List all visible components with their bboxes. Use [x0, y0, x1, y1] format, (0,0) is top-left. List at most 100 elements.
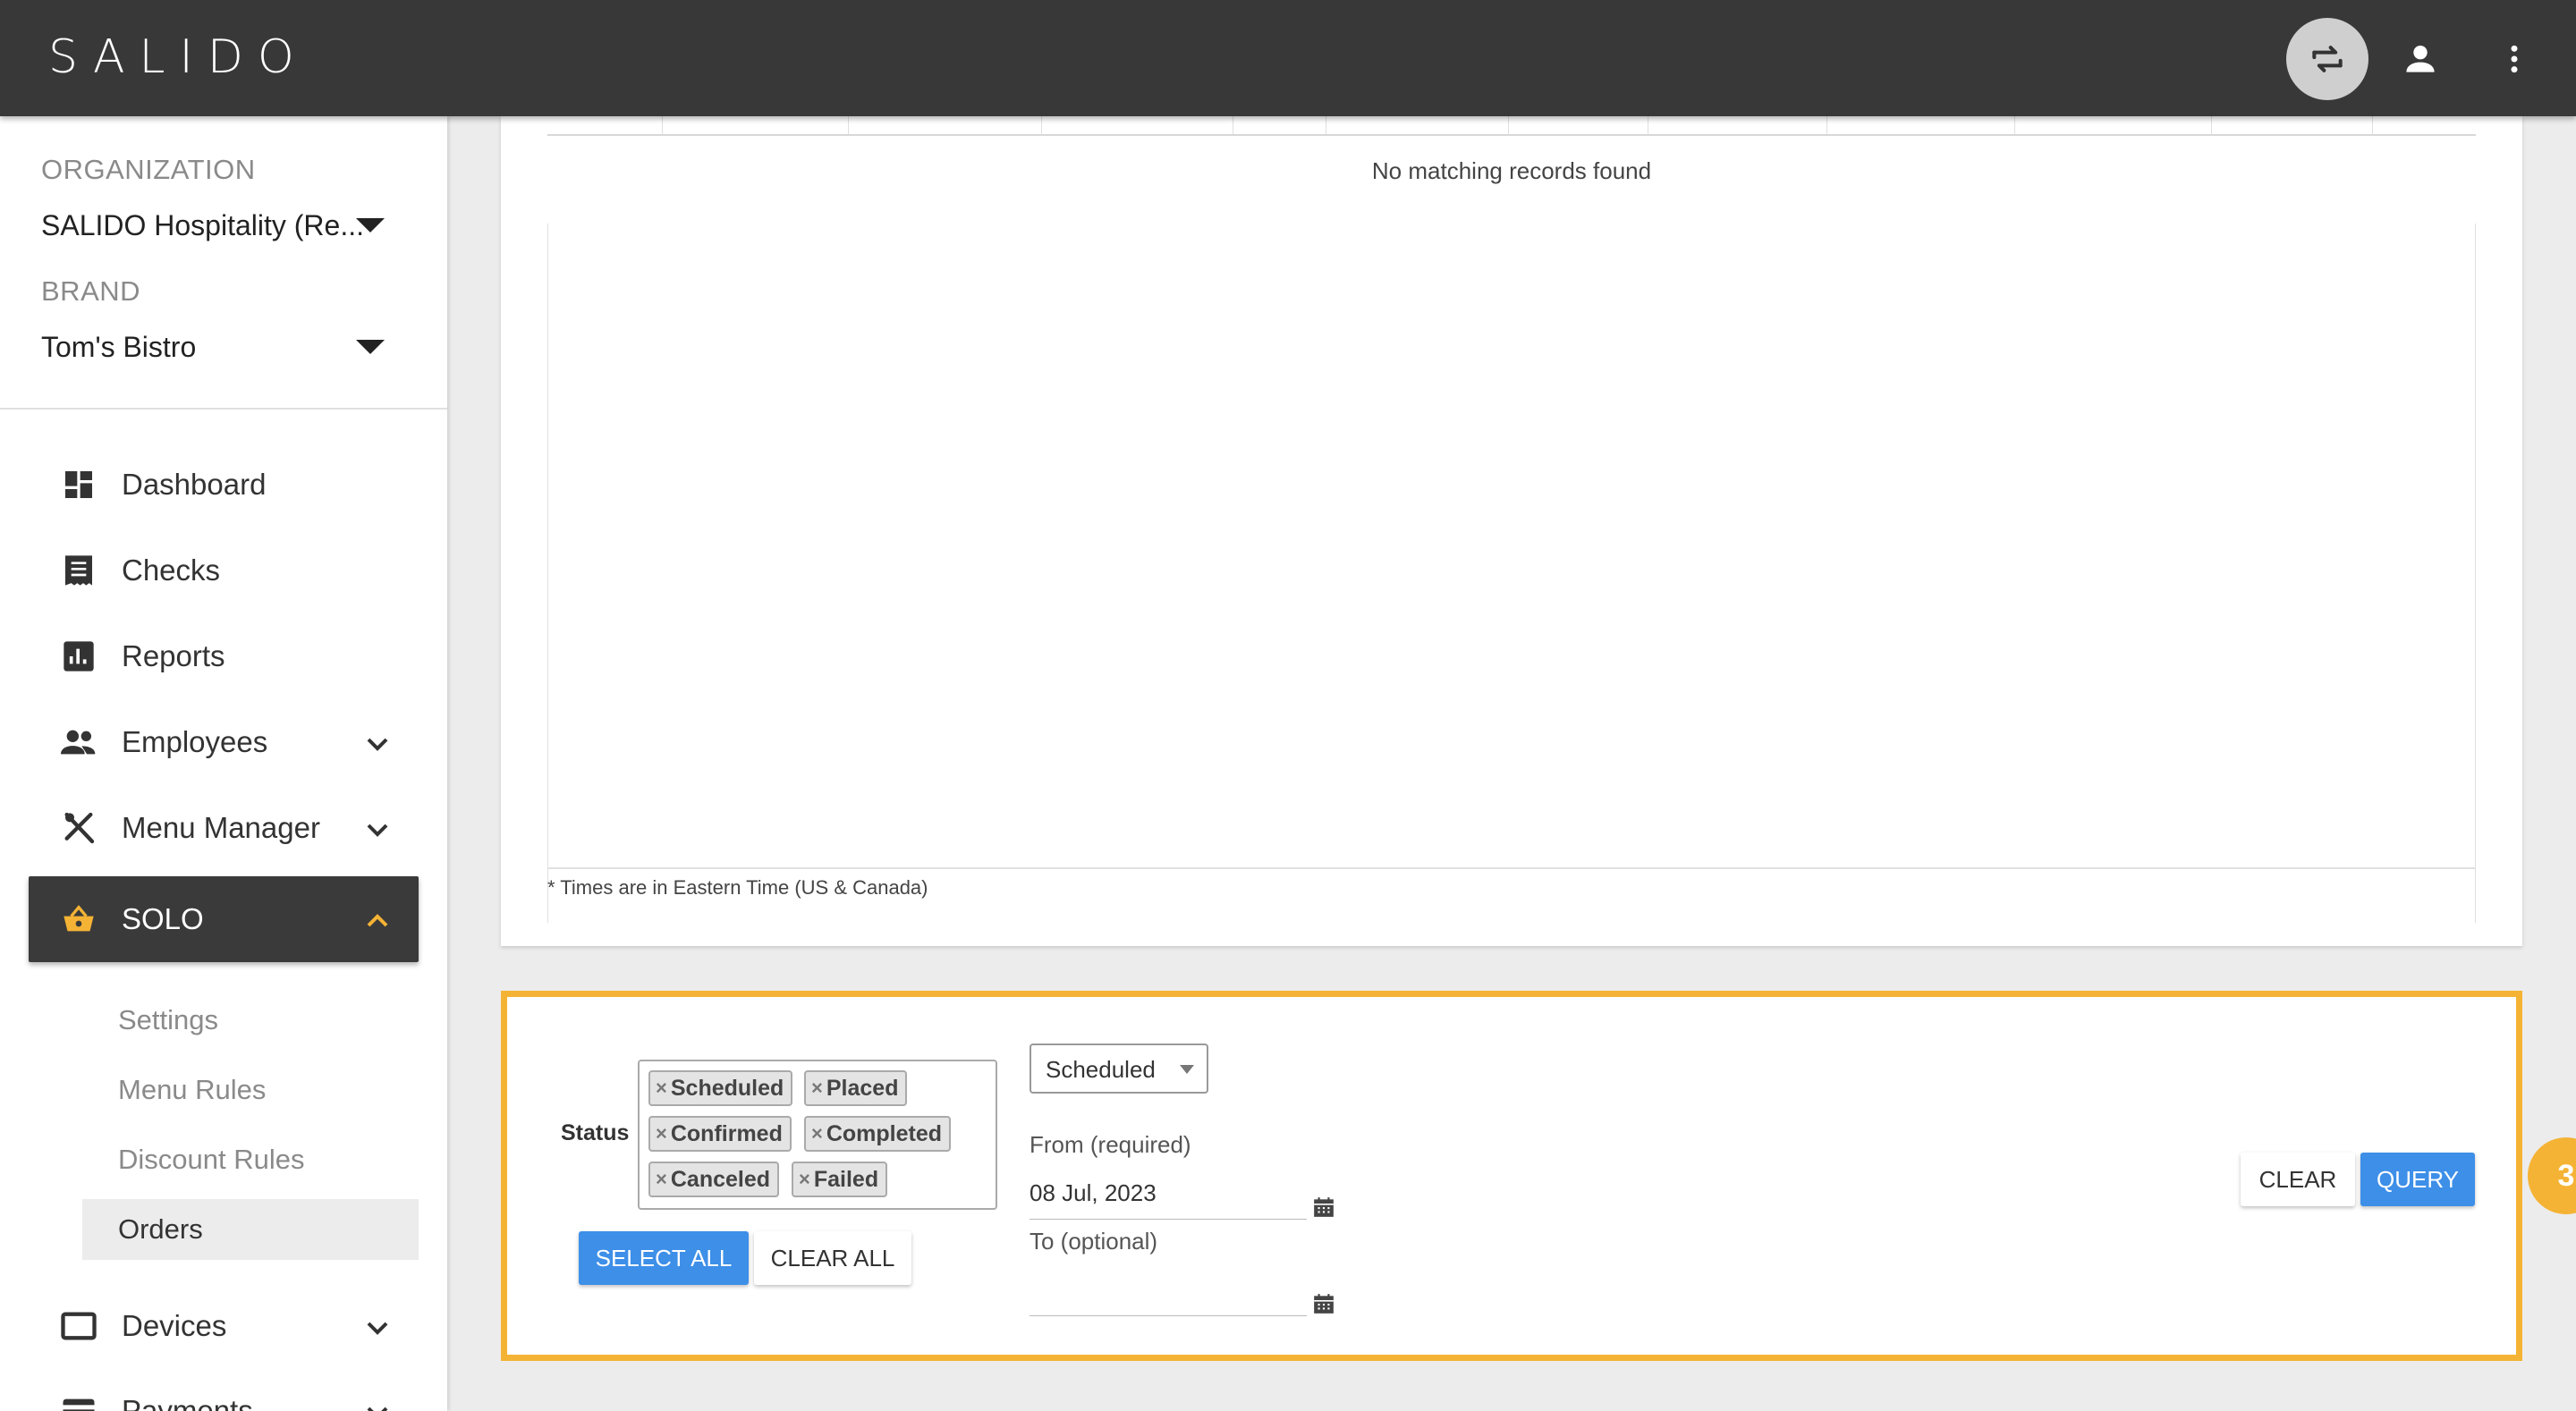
sidebar-subitem-menu-rules[interactable]: Menu Rules	[82, 1060, 419, 1120]
divider	[547, 867, 2476, 869]
sidebar-subitem-label: Settings	[118, 1004, 219, 1035]
status-tag-completed[interactable]: × Completed	[804, 1116, 952, 1152]
remove-tag-icon[interactable]: ×	[811, 1122, 823, 1145]
status-tag-confirmed[interactable]: × Confirmed	[648, 1116, 792, 1152]
salido-logo: SALIDO	[48, 30, 309, 84]
status-tag-scheduled[interactable]: × Scheduled	[648, 1070, 793, 1106]
column-separator	[1041, 116, 1042, 134]
orders-table-header	[547, 116, 2476, 136]
column-separator	[662, 116, 663, 134]
column-separator	[2014, 116, 2015, 134]
from-date-underline	[1030, 1219, 1307, 1220]
brand-select[interactable]: Tom's Bistro	[41, 331, 196, 364]
sidebar-item-label: Payments	[122, 1394, 253, 1411]
sidebar-item-checks[interactable]: Checks	[29, 528, 419, 613]
sidebar-item-solo[interactable]: SOLO	[29, 876, 419, 962]
calendar-icon[interactable]	[1312, 1196, 1335, 1219]
sidebar-subitem-label: Menu Rules	[118, 1074, 267, 1105]
top-app-bar: SALIDO	[0, 0, 2576, 116]
order-type-select[interactable]: Scheduled	[1030, 1043, 1208, 1094]
swap-icon	[2312, 46, 2343, 72]
from-date-label: From (required)	[1030, 1131, 1191, 1158]
brand-label: BRAND	[41, 275, 141, 307]
column-separator	[2372, 116, 2373, 134]
orders-filter-panel: Status × Scheduled × Placed × Confirmed × Co…	[501, 991, 2522, 1361]
remove-tag-icon[interactable]: ×	[799, 1168, 810, 1191]
status-tag-failed[interactable]: × Failed	[792, 1162, 888, 1197]
tag-label: Failed	[813, 1166, 879, 1192]
account-button[interactable]	[2379, 18, 2462, 100]
organization-dropdown-caret-icon[interactable]	[356, 218, 385, 232]
chevron-down-icon[interactable]	[360, 726, 395, 762]
sidebar-item-employees[interactable]: Employees	[29, 699, 419, 785]
basket-icon	[59, 900, 98, 939]
organization-label: ORGANIZATION	[41, 154, 256, 185]
sidebar-item-label: Dashboard	[122, 468, 267, 501]
column-separator	[2211, 116, 2212, 134]
select-all-button[interactable]: SELECT ALL	[579, 1231, 749, 1285]
query-button[interactable]: QUERY	[2360, 1153, 2475, 1206]
bar-chart-icon	[59, 637, 98, 676]
sidebar-item-devices[interactable]: Devices	[29, 1283, 419, 1369]
sidebar-subitem-settings[interactable]: Settings	[82, 990, 419, 1051]
sidebar-item-label: Devices	[122, 1309, 227, 1342]
to-date-label: To (optional)	[1030, 1228, 1158, 1255]
people-icon	[59, 722, 98, 762]
sidebar-item-label: SOLO	[122, 902, 204, 935]
sidebar-subitem-orders[interactable]: Orders	[82, 1199, 419, 1260]
sidebar-item-dashboard[interactable]: Dashboard	[29, 442, 419, 528]
chevron-up-icon[interactable]	[360, 903, 395, 939]
from-date-input[interactable]: 08 Jul, 2023	[1030, 1179, 1157, 1207]
more-vert-icon	[2511, 45, 2518, 73]
clear-button[interactable]: CLEAR	[2241, 1153, 2355, 1206]
payment-icon	[59, 1391, 98, 1411]
chevron-down-icon[interactable]	[360, 1395, 395, 1411]
sidebar-item-label: Employees	[122, 725, 268, 758]
status-label: Status	[561, 1120, 630, 1145]
orders-results-card: No matching records found * Times are in…	[501, 116, 2522, 946]
sidebar-subitem-discount-rules[interactable]: Discount Rules	[82, 1129, 419, 1190]
step-badge: 3	[2528, 1137, 2576, 1214]
brand-dropdown-caret-icon[interactable]	[356, 340, 385, 354]
organization-select[interactable]: SALIDO Hospitality (Re...	[41, 209, 364, 242]
chevron-down-icon[interactable]	[360, 812, 395, 848]
remove-tag-icon[interactable]: ×	[811, 1077, 823, 1100]
sidebar-subitem-label: Orders	[118, 1213, 203, 1245]
tag-label: Confirmed	[670, 1120, 783, 1146]
account-icon	[2406, 45, 2435, 72]
more-options-button[interactable]	[2473, 18, 2555, 100]
sidebar-subitem-label: Discount Rules	[118, 1144, 305, 1175]
column-separator	[848, 116, 849, 134]
sidebar-item-label: Checks	[122, 553, 221, 587]
remove-tag-icon[interactable]: ×	[656, 1077, 667, 1100]
utensils-icon	[59, 808, 98, 848]
column-separator	[1826, 116, 1827, 134]
sidebar-item-menu-manager[interactable]: Menu Manager	[29, 785, 419, 871]
receipt-icon	[59, 551, 98, 590]
sidebar-item-payments[interactable]: Payments	[29, 1368, 419, 1411]
tag-label: Canceled	[670, 1166, 771, 1192]
sidebar-item-label: Reports	[122, 639, 225, 672]
calendar-icon[interactable]	[1312, 1292, 1335, 1315]
chart-area	[547, 224, 2476, 923]
remove-tag-icon[interactable]: ×	[656, 1122, 667, 1145]
order-type-value: Scheduled	[1046, 1056, 1156, 1083]
chevron-down-icon[interactable]	[360, 1310, 395, 1346]
status-tag-placed[interactable]: × Placed	[804, 1070, 908, 1106]
clear-all-button[interactable]: CLEAR ALL	[754, 1231, 911, 1285]
sidebar-item-reports[interactable]: Reports	[29, 613, 419, 699]
tag-label: Completed	[826, 1120, 943, 1146]
status-multiselect[interactable]: × Scheduled × Placed × Confirmed × Completed…	[638, 1060, 997, 1210]
sidebar: ORGANIZATION SALIDO Hospitality (Re... B…	[0, 116, 447, 1411]
sidebar-item-label: Menu Manager	[122, 811, 320, 844]
to-date-underline	[1030, 1315, 1307, 1316]
tag-label: Placed	[826, 1075, 899, 1101]
tag-label: Scheduled	[670, 1075, 784, 1101]
remove-tag-icon[interactable]: ×	[656, 1168, 667, 1191]
switch-location-button[interactable]	[2286, 18, 2368, 100]
dashboard-icon	[59, 465, 98, 504]
status-tag-canceled[interactable]: × Canceled	[648, 1162, 780, 1197]
chevron-down-icon	[1180, 1065, 1194, 1074]
column-separator	[1508, 116, 1509, 134]
sidebar-divider	[0, 408, 447, 410]
